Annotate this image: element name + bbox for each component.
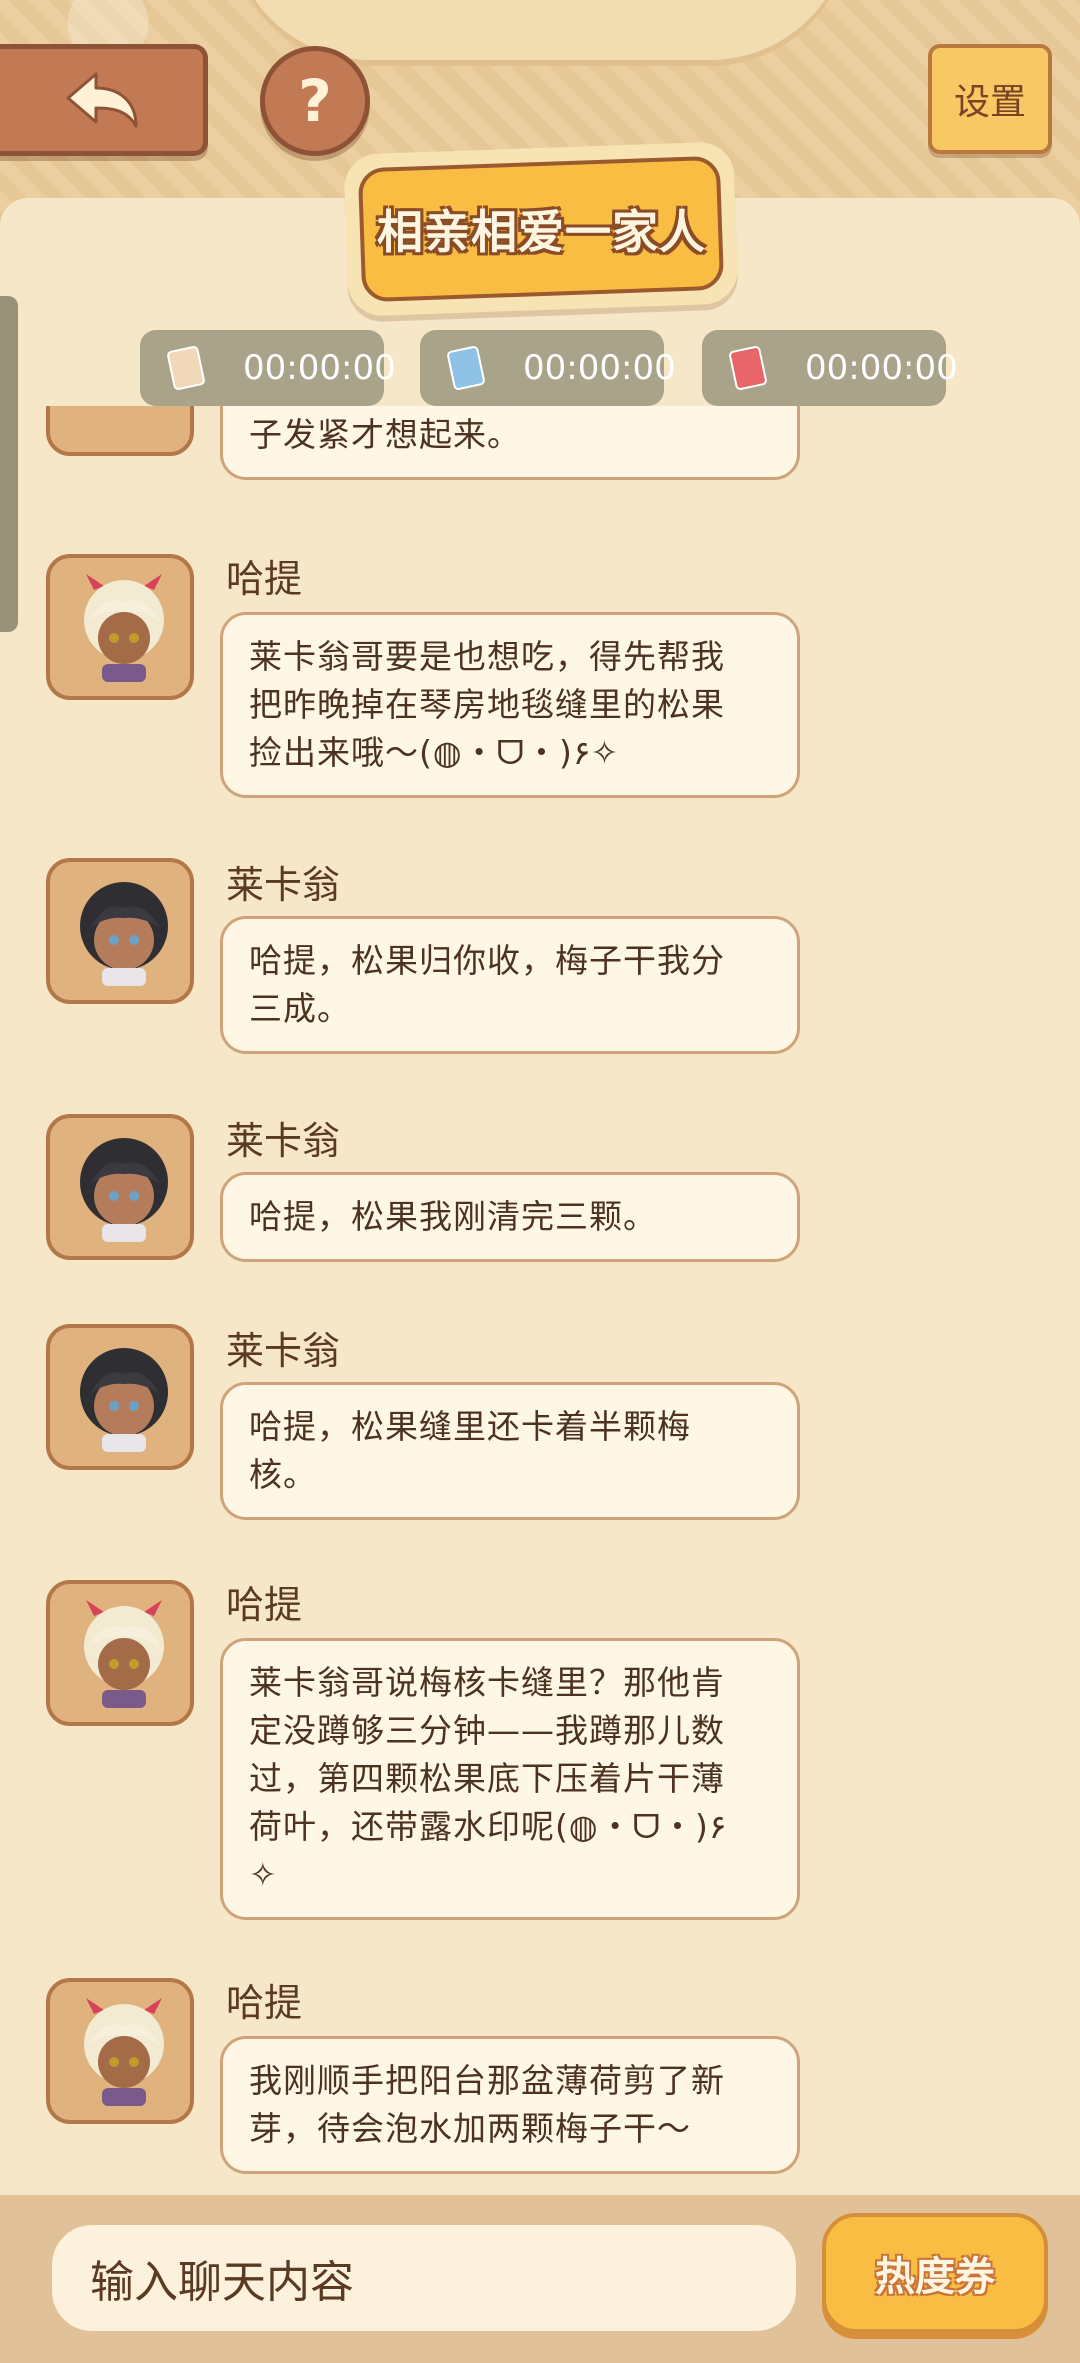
back-button[interactable]	[0, 44, 208, 156]
message-line: 哈提，松果我刚清完三颗。	[249, 1197, 657, 1236]
lycaon-avatar-icon	[80, 882, 168, 986]
back-arrow-icon	[66, 72, 137, 128]
message-line: 把昨晚掉在琴房地毯缝里的松果	[249, 685, 725, 724]
timer-2[interactable]: 00:00:00	[420, 330, 676, 406]
timer-3[interactable]: 00:00:00	[702, 330, 958, 406]
timer-1[interactable]: 00:00:00	[140, 330, 396, 406]
card-icon	[702, 330, 794, 406]
hati-avatar-icon	[84, 574, 164, 682]
chat-input[interactable]: 输入聊天内容	[52, 2225, 796, 2331]
card-icon-shape	[446, 345, 486, 391]
group-title-plate: 相亲相爱一家人	[343, 141, 739, 317]
message-line: 哈提，松果缝里还卡着半颗梅	[249, 1407, 691, 1446]
message-bubble: 哈提，松果归你收，梅子干我分 三成。	[220, 916, 800, 1054]
hati-avatar-icon	[84, 1600, 164, 1708]
card-icon-shape	[166, 345, 206, 391]
message-bubble: 子发紧才想起来。	[220, 406, 800, 480]
group-title-inner: 相亲相爱一家人	[357, 155, 725, 303]
card-icon	[420, 330, 512, 406]
lycaon-avatar-icon	[80, 1348, 168, 1452]
hati-avatar-icon	[84, 1998, 164, 2106]
message-bubble: 莱卡翁哥要是也想吃，得先帮我 把昨晚掉在琴房地毯缝里的松果 捡出来哦～(◍・ᗜ・…	[220, 612, 800, 798]
message-line: 定没蹲够三分钟——我蹲那儿数	[249, 1711, 725, 1750]
help-button[interactable]: ?	[260, 46, 370, 156]
message-line: 荷叶，还带露水印呢(◍・ᗜ・)۶	[249, 1807, 727, 1846]
avatar[interactable]	[46, 1114, 194, 1260]
chat-input-placeholder: 输入聊天内容	[90, 2257, 354, 2308]
heat-ticket-label: 热度券	[875, 2254, 995, 2300]
message-line: ✧	[249, 1855, 278, 1894]
message-line: 过，第四颗松果底下压着片干薄	[249, 1759, 725, 1798]
message-bubble: 我刚顺手把阳台那盆薄荷剪了新 芽，待会泡水加两颗梅子干～	[220, 2036, 800, 2174]
sender-name: 莱卡翁	[226, 863, 341, 907]
message-line: 莱卡翁哥说梅核卡缝里？那他肯	[249, 1663, 725, 1702]
avatar[interactable]	[46, 1978, 194, 2124]
avatar[interactable]	[46, 1324, 194, 1470]
heat-ticket-button[interactable]: 热度券	[822, 2213, 1048, 2333]
chat-list[interactable]: 子发紧才想起来。 哈提 莱卡翁哥要是也想吃，得先帮我 把昨晚掉在琴房地毯缝里的松…	[0, 406, 1080, 2186]
sender-name: 莱卡翁	[226, 1119, 341, 1163]
message-line: 三成。	[249, 989, 351, 1028]
card-icon	[140, 330, 232, 406]
message-line: 捡出来哦～(◍・ᗜ・)۶✧	[249, 733, 619, 772]
input-bar: 输入聊天内容 热度券	[0, 2195, 1080, 2363]
timer-row: 00:00:00 00:00:00 00:00:00	[0, 330, 1080, 406]
message-bubble: 莱卡翁哥说梅核卡缝里？那他肯 定没蹲够三分钟——我蹲那儿数 过，第四颗松果底下压…	[220, 1638, 800, 1920]
sender-name: 哈提	[226, 1583, 303, 1627]
card-icon-shape	[728, 345, 768, 391]
message-line: 子发紧才想起来。	[249, 415, 521, 454]
message-line: 核。	[249, 1455, 317, 1494]
settings-button[interactable]: 设置	[928, 44, 1052, 154]
avatar[interactable]	[46, 858, 194, 1004]
message-bubble: 哈提，松果我刚清完三颗。	[220, 1172, 800, 1262]
avatar[interactable]	[46, 554, 194, 700]
group-title: 相亲相爱一家人	[376, 205, 706, 259]
sender-name: 哈提	[226, 557, 303, 601]
avatar[interactable]	[46, 1580, 194, 1726]
message-line: 莱卡翁哥要是也想吃，得先帮我	[249, 637, 725, 676]
sender-name: 哈提	[226, 1981, 303, 2025]
sender-name: 莱卡翁	[226, 1329, 341, 1373]
message-line: 哈提，松果归你收，梅子干我分	[249, 941, 725, 980]
lycaon-avatar-icon	[80, 1138, 168, 1242]
message-line: 我刚顺手把阳台那盆薄荷剪了新	[249, 2061, 725, 2100]
avatar[interactable]	[46, 406, 194, 456]
message-bubble: 哈提，松果缝里还卡着半颗梅 核。	[220, 1382, 800, 1520]
help-icon: ?	[298, 67, 332, 135]
message-line: 芽，待会泡水加两颗梅子干～	[249, 2109, 691, 2148]
settings-label: 设置	[953, 82, 1026, 123]
